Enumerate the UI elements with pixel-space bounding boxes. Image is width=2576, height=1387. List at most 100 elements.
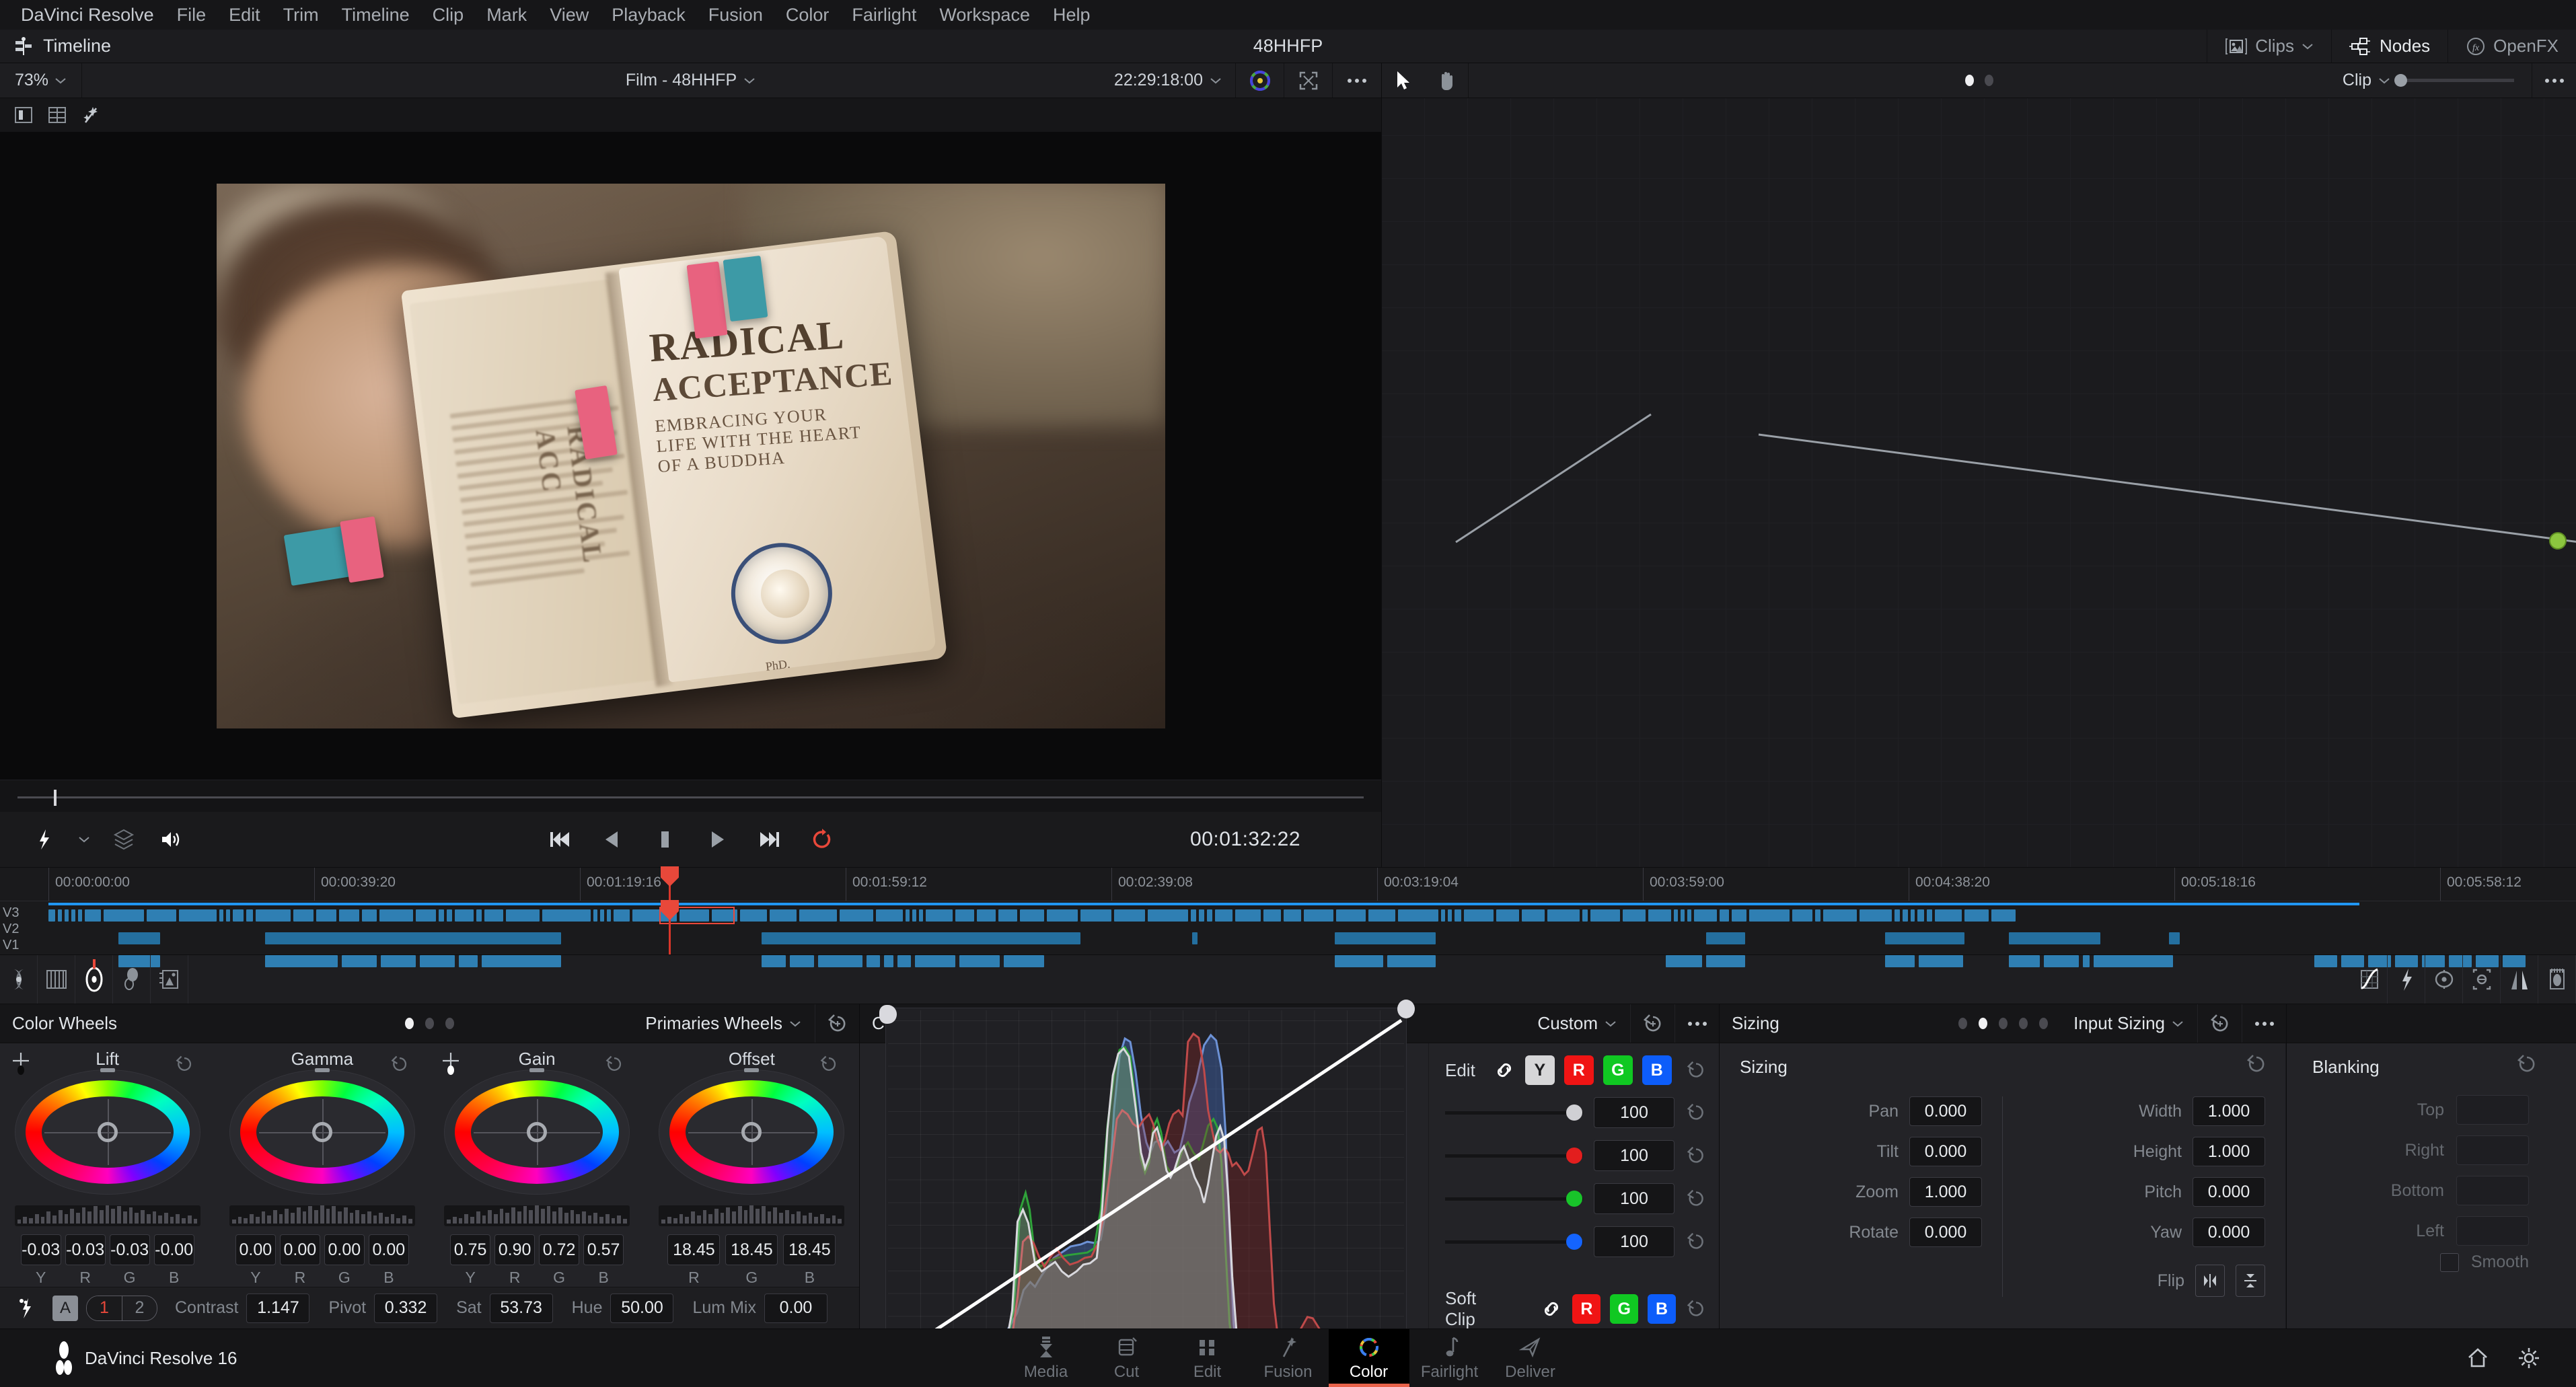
page-dot-3[interactable] <box>1999 1018 2008 1029</box>
offset-master-bar[interactable] <box>659 1205 844 1226</box>
sizing-options-icon[interactable] <box>2242 1004 2286 1043</box>
curve-channel-g[interactable]: G <box>1603 1055 1633 1085</box>
key-icon[interactable] <box>2538 955 2576 1004</box>
curve-channel-r[interactable]: R <box>1564 1055 1594 1085</box>
yaw-value[interactable]: 0.000 <box>2193 1217 2265 1247</box>
lift-r-value[interactable]: -0.03 <box>65 1234 106 1265</box>
gamma-y-value[interactable]: 0.00 <box>235 1234 276 1265</box>
curve-reset-y-icon[interactable] <box>1685 1102 1707 1123</box>
play-reverse-button[interactable] <box>597 825 627 854</box>
blanking-top-value[interactable] <box>2456 1095 2529 1125</box>
grade-version-badge[interactable]: A <box>52 1296 78 1321</box>
hue-value[interactable]: 50.00 <box>610 1294 673 1323</box>
page-dot-2[interactable] <box>425 1018 434 1029</box>
sizing-section-reset-icon[interactable] <box>2245 1053 2268 1076</box>
lift-wheel-knob[interactable] <box>98 1122 118 1142</box>
blanking-reset-icon[interactable] <box>2515 1053 2538 1076</box>
offset-g-value[interactable]: 18.45 <box>725 1234 778 1265</box>
menu-item-playback[interactable]: Playback <box>600 0 697 30</box>
curve-slider-g-track[interactable] <box>1445 1197 1583 1201</box>
curve-value-r[interactable]: 100 <box>1594 1140 1675 1171</box>
gamma-g-value[interactable]: 0.00 <box>324 1234 365 1265</box>
jump-to-start-button[interactable] <box>545 825 575 854</box>
flip-horizontal-button[interactable] <box>2195 1265 2225 1297</box>
menu-item-help[interactable]: Help <box>1041 0 1102 30</box>
curve-handle-top-left[interactable] <box>879 1005 897 1024</box>
page-edit[interactable]: Edit <box>1167 1329 1248 1387</box>
scrubber-handle[interactable] <box>54 790 57 806</box>
menu-item-color[interactable]: Color <box>774 0 841 30</box>
tracker-icon[interactable] <box>2463 955 2501 1004</box>
jump-to-end-button[interactable] <box>755 825 784 854</box>
node-options-icon[interactable] <box>2532 63 2576 98</box>
height-value[interactable]: 1.000 <box>2193 1137 2265 1166</box>
track-v1[interactable] <box>48 955 2569 967</box>
menu-item-file[interactable]: File <box>165 0 218 30</box>
curves-edit-reset-icon[interactable] <box>1685 1059 1707 1081</box>
soft-clip-link-icon[interactable] <box>1540 1298 1563 1320</box>
blanking-right-value[interactable] <box>2456 1135 2529 1165</box>
track-v3[interactable] <box>48 909 2569 922</box>
primaries-mode-selector[interactable]: Primaries Wheels <box>632 1013 815 1034</box>
pan-hand-icon[interactable] <box>1425 63 1468 98</box>
qualifier-icon[interactable] <box>2388 955 2425 1004</box>
curve-value-b[interactable]: 100 <box>1594 1226 1675 1257</box>
gain-wheel[interactable] <box>444 1070 630 1195</box>
curve-channel-b[interactable]: B <box>1642 1055 1672 1085</box>
curve-value-y[interactable]: 100 <box>1594 1097 1675 1128</box>
play-button[interactable] <box>702 825 732 854</box>
node-size-slider[interactable] <box>2400 79 2514 82</box>
curve-slider-b-track[interactable] <box>1445 1240 1583 1244</box>
node-scope-selector[interactable]: Clip <box>2343 71 2400 90</box>
node-canvas[interactable]: 01 <box>1382 98 2576 867</box>
page-media[interactable]: Media <box>1006 1329 1087 1387</box>
sizing-reset-icon[interactable] <box>2197 1004 2242 1043</box>
curve-slider-b-knob[interactable] <box>1566 1234 1582 1250</box>
page-dot-5[interactable] <box>2039 1018 2048 1029</box>
contrast-value[interactable]: 1.147 <box>246 1294 309 1323</box>
loop-button[interactable] <box>807 825 837 854</box>
lift-gamma-gain-icon[interactable] <box>0 955 38 1004</box>
page-color[interactable]: Color <box>1329 1329 1409 1387</box>
curve-slider-r-knob[interactable] <box>1566 1148 1582 1164</box>
menu-item-trim[interactable]: Trim <box>272 0 330 30</box>
curve-slider-g-knob[interactable] <box>1566 1191 1582 1207</box>
offset-wheel[interactable] <box>659 1070 844 1195</box>
enhance-icon[interactable] <box>77 102 105 128</box>
viewer-options-icon[interactable] <box>1333 63 1381 98</box>
grid-view-icon[interactable] <box>43 102 71 128</box>
offset-r-value[interactable]: 18.45 <box>667 1234 720 1265</box>
nodes-button[interactable]: Nodes <box>2331 30 2448 63</box>
power-window-icon[interactable] <box>2425 955 2463 1004</box>
curve-slider-r-track[interactable] <box>1445 1154 1583 1158</box>
select-cursor-icon[interactable] <box>1382 63 1425 98</box>
output-terminal[interactable] <box>2549 532 2567 550</box>
gamma-wheel-knob[interactable] <box>312 1122 332 1142</box>
timeline-playhead[interactable] <box>669 868 671 901</box>
color-wheels-palette-icon[interactable] <box>75 955 113 1004</box>
page-dot-4[interactable] <box>2019 1018 2028 1029</box>
page-dot-3[interactable] <box>445 1018 454 1029</box>
soft-clip-channel-r[interactable]: R <box>1572 1294 1600 1324</box>
lift-master-bar[interactable] <box>15 1205 200 1226</box>
blur-icon[interactable] <box>2501 955 2538 1004</box>
menu-item-view[interactable]: View <box>538 0 600 30</box>
menu-item-edit[interactable]: Edit <box>217 0 272 30</box>
page-dot-1[interactable] <box>1958 1018 1967 1029</box>
curve-reset-g-icon[interactable] <box>1685 1188 1707 1209</box>
menu-item-davinci-resolve[interactable]: DaVinci Resolve <box>9 0 165 30</box>
color-match-icon[interactable] <box>113 955 151 1004</box>
blanking-bottom-value[interactable] <box>2456 1176 2529 1205</box>
curves-graph[interactable] <box>885 1008 1407 1364</box>
curve-reset-r-icon[interactable] <box>1685 1145 1707 1166</box>
gain-master-bar[interactable] <box>444 1205 630 1226</box>
gain-b-value[interactable]: 0.57 <box>583 1234 624 1265</box>
timeline-ruler[interactable]: 00:00:00:00 00:00:39:20 00:01:19:16 00:0… <box>0 868 2576 901</box>
page-dot-2[interactable] <box>1979 1018 1987 1029</box>
curves-options-icon[interactable] <box>1675 1004 1719 1043</box>
fullscreen-icon[interactable] <box>1284 63 1333 98</box>
color-wheel-toggle-icon[interactable] <box>1236 63 1284 98</box>
clips-button[interactable]: Clips <box>2207 30 2331 63</box>
openfx-button[interactable]: fx OpenFX <box>2448 30 2576 63</box>
curve-channel-y[interactable]: Y <box>1525 1055 1555 1085</box>
